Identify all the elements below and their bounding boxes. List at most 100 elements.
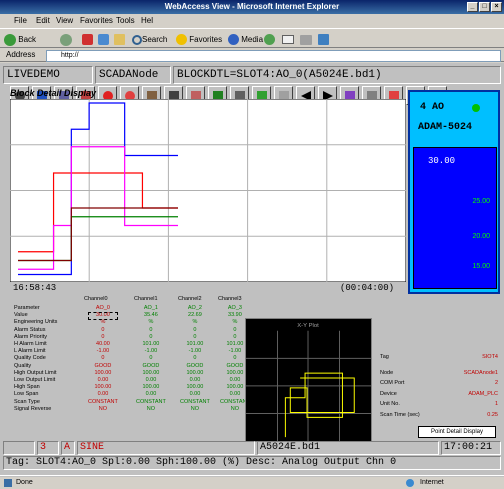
info-value-scan-time: 0.25 <box>487 412 498 418</box>
parameter-label-9: High Output Limit <box>14 369 57 376</box>
back-button[interactable]: Back <box>4 32 36 47</box>
channel-1-cell-8: GOOD <box>142 362 160 369</box>
close-button[interactable]: × <box>491 2 502 12</box>
favorites-star-icon <box>176 34 187 46</box>
channel-1-cell-12: 0.00 <box>145 391 157 398</box>
browser-toolbar: Back Search Favorites Media <box>0 28 504 48</box>
menu-favorites[interactable]: Favorites <box>80 15 113 27</box>
history-button[interactable] <box>264 32 275 47</box>
stop-button[interactable] <box>82 32 93 47</box>
minimize-button[interactable]: _ <box>467 2 478 12</box>
forward-arrow-icon <box>60 33 72 46</box>
menu-bar: File Edit View Favorites Tools Hel <box>0 14 504 28</box>
status-priority: 3 <box>37 441 59 455</box>
channel-header-3: Channel3 <box>218 296 242 302</box>
channel-1-cell-10: 0.00 <box>145 377 157 384</box>
channel-1-cell-0: AO_1 <box>143 305 158 311</box>
status-led-icon <box>472 104 480 112</box>
channel-2-cell-9: 100.00 <box>186 369 204 376</box>
status-file: A5024E.bd1 <box>257 441 439 455</box>
channel-1-cell-13: CONSTANT <box>136 398 166 405</box>
channel-1-cell-11: 100.00 <box>142 384 160 391</box>
value-input-ch0[interactable] <box>88 312 118 320</box>
refresh-icon <box>98 34 109 46</box>
channel-2-cell-7: 0 <box>193 355 197 362</box>
tag-description: Tag: SLOT4:AO_0 Spl:0.00 Sph:100.00 (%) … <box>3 456 501 470</box>
parameter-label-13: Scan Type <box>14 398 40 405</box>
point-detail-button[interactable]: Point Detail Display <box>418 426 496 438</box>
stop-icon <box>82 34 93 46</box>
channel-0-cell-3: 0 <box>101 326 105 333</box>
media-label: Media <box>241 35 264 44</box>
channel-2-cell-5: 101.00 <box>186 341 204 348</box>
menu-tools[interactable]: Tools <box>116 15 135 27</box>
mail-button[interactable] <box>282 32 294 47</box>
channel-2-cell-1: 22.69 <box>188 312 202 319</box>
info-label-scan-time: Scan Time (sec) <box>380 412 420 418</box>
info-label-unit-no: Unit No. <box>380 401 400 407</box>
info-label-tag: Tag <box>380 354 389 360</box>
status-done: Done <box>16 479 33 486</box>
channel-1-cell-1: 35.46 <box>144 312 158 319</box>
channel-1-cell-9: 100.00 <box>142 369 160 376</box>
block-name: BLOCKDTL=SLOT4:AO_0(A5024E.bd1) <box>173 66 501 84</box>
menu-edit[interactable]: Edit <box>36 15 50 27</box>
parameter-label-2: Engineering Units <box>14 319 58 326</box>
channel-1-cell-5: 101.00 <box>142 341 160 348</box>
maximize-button[interactable]: □ <box>479 2 490 12</box>
xy-plot-title: X-Y Plot <box>297 323 319 329</box>
info-value-com-port: 2 <box>494 380 498 386</box>
address-input[interactable]: http:// <box>46 50 501 62</box>
back-label: Back <box>18 35 37 44</box>
print-button[interactable] <box>300 32 312 47</box>
favorites-button[interactable]: Favorites <box>176 32 222 47</box>
scale-value-3: 15.00 <box>472 263 490 270</box>
channel-0-cell-6: -1.00 <box>96 348 110 355</box>
parameter-label-10: Low Output Limit <box>14 377 56 384</box>
search-button[interactable]: Search <box>132 32 167 47</box>
channel-0-cell-14: NO <box>98 405 108 412</box>
address-label: Address <box>6 50 36 59</box>
channel-2-cell-14: NO <box>190 405 200 412</box>
channel-0-values: AO_0 30.00% 0 0 40.00 -1.00 0 GOOD 100.00 0.00 100… <box>88 305 118 413</box>
scada-header: LIVEDEMO SCADANode BLOCKDTL=SLOT4:AO_0(A… <box>3 66 501 84</box>
internet-zone-icon <box>406 479 414 487</box>
window-title-bar: WebAccess View - Microsoft Internet Expl… <box>0 0 504 14</box>
refresh-button[interactable] <box>98 32 109 47</box>
edit-button[interactable] <box>318 32 329 47</box>
info-label-com-port: COM Port <box>380 380 405 386</box>
parameter-label-7: Quality Code <box>14 355 46 362</box>
status-zone: Internet <box>420 479 444 486</box>
mail-icon <box>282 35 294 45</box>
info-value-unit-no: 1 <box>494 401 498 407</box>
status-bar-2: Tag: SLOT4:AO_0 Spl:0.00 Sph:100.00 (%) … <box>3 456 501 470</box>
back-arrow-icon <box>4 33 16 46</box>
channel-1-cell-6: -1.00 <box>144 348 158 355</box>
home-button[interactable] <box>114 32 125 47</box>
menu-help[interactable]: Hel <box>141 15 153 27</box>
parameter-label-4: Alarm Priority <box>14 333 48 340</box>
channel-2-values: AO_2 22.69% 0 0 101.00 -1.00 0 GOOD 100.00 0.00 10… <box>180 305 210 413</box>
info-value-node: SCADAnode1 <box>463 370 498 376</box>
parameter-label-5: H Alarm Limit <box>14 341 47 348</box>
channel-3-cell-0: AO_3 <box>227 305 242 311</box>
scale-value-0: 30.00 <box>428 156 456 166</box>
channel-1-values: AO_1 35.46% 0 0 101.00 -1.00 0 GOOD 100.00 0.00 10… <box>136 305 166 413</box>
channel-0-cell-12: 0.00 <box>97 391 109 398</box>
scale-value-2: 20.00 <box>472 233 490 240</box>
info-value-tag: SIOT4 <box>482 354 498 360</box>
menu-file[interactable]: File <box>14 15 27 27</box>
info-label-device: Device <box>380 391 397 397</box>
parameter-label-0: Parameter <box>14 305 40 311</box>
print-icon <box>300 34 312 45</box>
status-bar-1: 3 A SINE A5024E.bd1 17:00:21 <box>3 441 501 455</box>
channel-1-cell-4: 0 <box>149 333 153 340</box>
forward-button[interactable] <box>60 32 72 47</box>
media-button[interactable]: Media <box>228 32 263 47</box>
menu-view[interactable]: View <box>56 15 73 27</box>
channel-0-cell-4: 0 <box>101 333 105 340</box>
channel-2-cell-10: 0.00 <box>189 377 201 384</box>
search-icon <box>132 34 142 45</box>
parameter-label-14: Signal Reverse <box>14 405 52 412</box>
trend-time-bar: 16:58:43 (00:04:00) <box>10 282 406 294</box>
